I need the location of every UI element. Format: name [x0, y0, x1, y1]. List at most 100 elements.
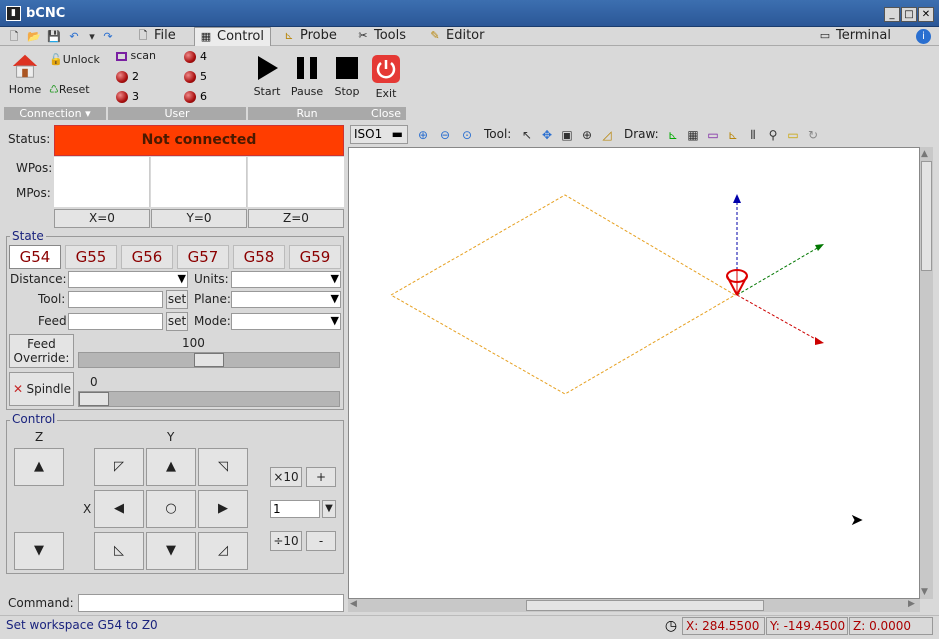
scroll-left-icon[interactable]: ◀	[350, 599, 357, 609]
jog-x-right-button[interactable]: ▶	[198, 490, 248, 528]
cursor-x-readout: X: 284.5500	[682, 617, 765, 635]
tab-file[interactable]: 🗋 File	[132, 27, 182, 46]
maximize-button[interactable]: □	[901, 7, 917, 22]
zoom-fit-icon[interactable]: ⊙	[458, 126, 476, 144]
jog-y-up-button[interactable]: ▲	[146, 448, 196, 486]
zoom-out-icon[interactable]: ⊖	[436, 126, 454, 144]
vertical-scrollbar[interactable]: ▲ ▼	[920, 147, 933, 599]
jog-xplus-yplus-button[interactable]: ◹	[198, 448, 248, 486]
jog-xminus-yplus-button[interactable]: ◸	[94, 448, 144, 486]
jog-xminus-yminus-button[interactable]: ◺	[94, 532, 144, 570]
minimize-button[interactable]: _	[884, 7, 900, 22]
wcs-g54-button[interactable]: G54	[9, 245, 61, 269]
info-icon[interactable]: i	[916, 29, 931, 44]
jog-z-down-button[interactable]: ▼	[14, 532, 64, 570]
command-input[interactable]	[78, 594, 344, 612]
undo-list-icon[interactable]: ▾	[84, 29, 100, 44]
feed-override-slider[interactable]	[78, 352, 340, 368]
wcs-g58-button[interactable]: G58	[233, 245, 285, 269]
wcs-g57-button[interactable]: G57	[177, 245, 229, 269]
jog-z-up-button[interactable]: ▲	[14, 448, 64, 486]
tab-editor[interactable]: ✎ Editor	[424, 27, 490, 46]
dropdown-arrow-icon: ▼	[330, 292, 339, 305]
feed-input[interactable]	[68, 313, 163, 330]
pause-button[interactable]: Pause	[288, 54, 326, 98]
wcs-g55-button[interactable]: G55	[65, 245, 117, 269]
probe-icon[interactable]: ⊾	[724, 126, 742, 144]
slider-thumb[interactable]	[79, 392, 109, 406]
feed-set-button[interactable]: set	[166, 312, 188, 331]
select-pointer-icon[interactable]: ↖	[518, 126, 536, 144]
step-decrease-button[interactable]: -	[306, 531, 336, 551]
scan-button[interactable]: scan	[116, 50, 156, 64]
slider-thumb[interactable]	[194, 353, 224, 367]
scroll-down-icon[interactable]: ▼	[921, 587, 928, 597]
tool-set-button[interactable]: set	[166, 290, 188, 309]
tab-probe[interactable]: ⊾ Probe	[278, 27, 343, 46]
zero-z-button[interactable]: Z=0	[248, 209, 344, 228]
cursor-z-readout: Z: 0.0000	[849, 617, 933, 635]
save-icon[interactable]: 💾	[46, 29, 62, 44]
rapid-icon[interactable]: ⚲	[764, 126, 782, 144]
plane-select[interactable]: ▼	[231, 291, 341, 308]
feed-override-button[interactable]: Feed Override:	[9, 334, 74, 368]
scroll-up-icon[interactable]: ▲	[921, 149, 928, 159]
open-folder-icon[interactable]: 📂	[26, 29, 42, 44]
spindle-slider[interactable]	[78, 391, 340, 407]
jog-home-button[interactable]: ○	[146, 490, 196, 528]
jog-x-left-button[interactable]: ◀	[94, 490, 144, 528]
refresh-icon[interactable]: ↻	[804, 126, 822, 144]
wcs-g56-button[interactable]: G56	[121, 245, 173, 269]
distance-select[interactable]: ▼	[68, 271, 188, 288]
units-select[interactable]: ▼	[231, 271, 341, 288]
origin-icon[interactable]: ⊕	[578, 126, 596, 144]
step-dropdown-icon[interactable]: ▼	[322, 500, 336, 518]
jog-y-down-button[interactable]: ▼	[146, 532, 196, 570]
redo-icon[interactable]: ↷	[100, 29, 116, 44]
tab-tools[interactable]: ✂ Tools	[352, 27, 412, 46]
title-bar: ▮ bCNC _ □ ✕	[0, 0, 939, 27]
margins-icon[interactable]: ▭	[704, 126, 722, 144]
connection-group-label[interactable]: Connection ▾	[4, 107, 106, 120]
jog-xplus-yminus-button[interactable]: ◿	[198, 532, 248, 570]
home-button[interactable]: Home	[6, 52, 44, 96]
unlock-button[interactable]: 🔓Unlock	[49, 53, 100, 69]
scroll-right-icon[interactable]: ▶	[908, 599, 915, 609]
grid-icon[interactable]: ▦	[684, 126, 702, 144]
step-div10-button[interactable]: ÷10	[270, 531, 302, 551]
paths-icon[interactable]: ▭	[784, 126, 802, 144]
pause-icon	[297, 57, 317, 79]
mode-select[interactable]: ▼	[231, 313, 341, 330]
zero-y-button[interactable]: Y=0	[151, 209, 247, 228]
start-button[interactable]: Start	[250, 54, 284, 98]
horizontal-scrollbar[interactable]: ◀ ▶	[348, 599, 920, 612]
zero-x-button[interactable]: X=0	[54, 209, 150, 228]
step-increase-button[interactable]: +	[306, 467, 336, 487]
stop-button[interactable]: Stop	[330, 54, 364, 98]
state-title: State	[10, 229, 46, 243]
new-file-icon[interactable]: 🗋	[6, 29, 22, 44]
spindle-icon: ✕	[13, 382, 24, 396]
reset-button[interactable]: ♺Reset	[49, 83, 90, 99]
zoom-in-icon[interactable]: ⊕	[414, 126, 432, 144]
undo-icon[interactable]: ↶	[66, 29, 82, 44]
view-select[interactable]: ISO1 ▬	[350, 125, 408, 144]
y-axis-label: Y	[167, 430, 175, 444]
horizontal-scroll-thumb[interactable]	[526, 600, 764, 611]
wcs-g59-button[interactable]: G59	[289, 245, 341, 269]
vertical-scroll-thumb[interactable]	[921, 161, 932, 271]
tab-control[interactable]: ▦ Control	[194, 27, 271, 46]
spindle-button[interactable]: ✕ Spindle	[9, 372, 74, 406]
step-size-input[interactable]: 1	[270, 500, 320, 518]
tool-input[interactable]	[68, 291, 163, 308]
camera-icon[interactable]: ▣	[558, 126, 576, 144]
measure-icon[interactable]: ◿	[598, 126, 616, 144]
gcode-canvas[interactable]	[348, 147, 920, 599]
step-times10-button[interactable]: ×10	[270, 467, 302, 487]
tab-terminal[interactable]: ▭ Terminal	[814, 27, 897, 46]
pan-icon[interactable]: ✥	[538, 126, 556, 144]
close-button[interactable]: ✕	[918, 7, 934, 22]
workarea-icon[interactable]: ⫴	[744, 126, 762, 144]
axes-icon[interactable]: ⊾	[664, 126, 682, 144]
exit-button[interactable]: Exit	[368, 54, 404, 100]
